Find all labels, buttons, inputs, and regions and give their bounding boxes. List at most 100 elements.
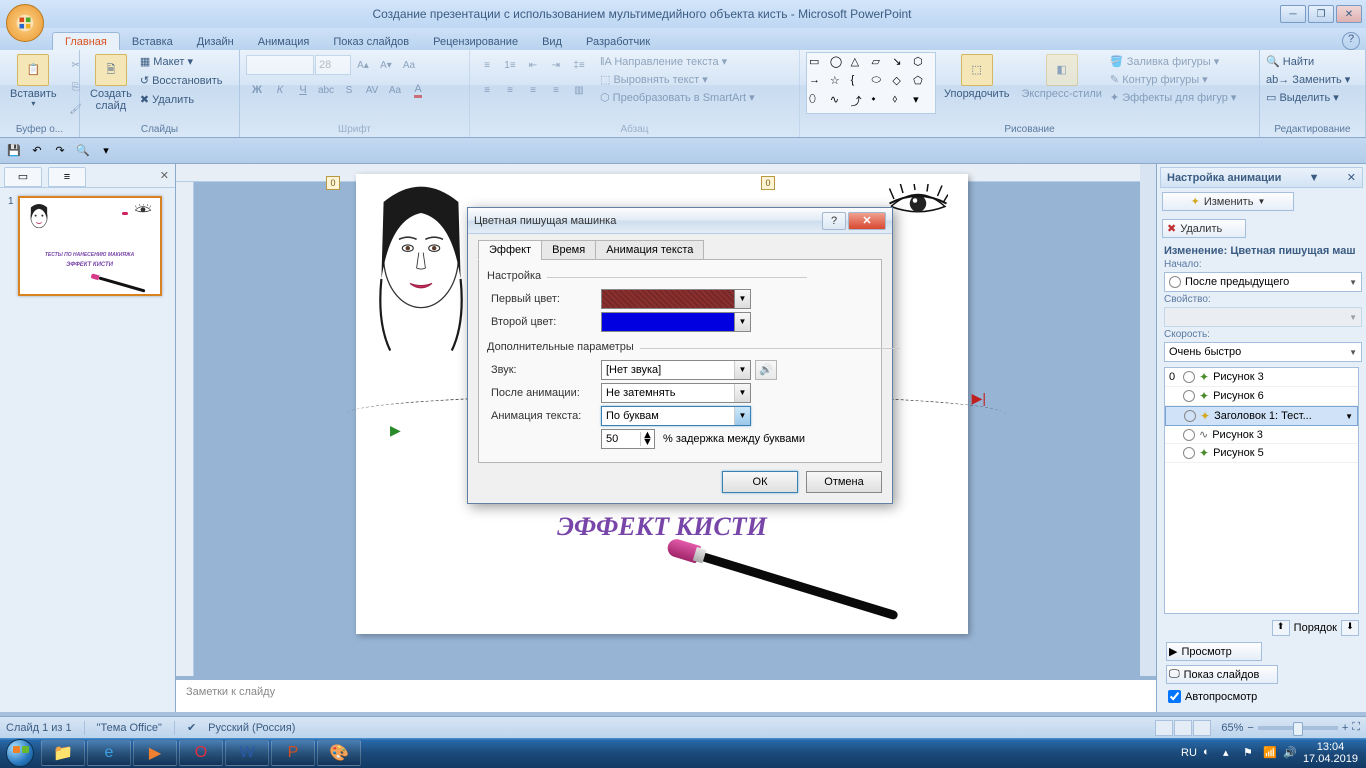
align-right-button[interactable]: ≡ [522, 79, 544, 101]
strike-button[interactable]: abc [315, 79, 337, 101]
scrollbar-vertical[interactable] [1140, 164, 1156, 712]
tray-network-icon[interactable]: 📶 [1263, 746, 1277, 760]
help-button[interactable]: ? [1342, 32, 1360, 50]
tray-lang[interactable]: RU [1181, 747, 1197, 759]
reorder-up[interactable]: ⬆ [1272, 620, 1290, 636]
justify-button[interactable]: ≡ [545, 79, 567, 101]
slide-thumbnail[interactable]: ТЕСТЫ ПО НАНЕСЕНИЮ МАКИЯЖА ЭФФЕКТ КИСТИ [18, 196, 162, 296]
numbering-button[interactable]: 1≡ [499, 54, 521, 76]
indent-inc-button[interactable]: ⇥ [545, 54, 567, 76]
notes-pane[interactable]: Заметки к слайду [176, 676, 1156, 712]
shape-fill-button[interactable]: 🪣 Заливка фигуры ▾ [1110, 54, 1236, 69]
paste-button[interactable]: 📋Вставить▾ [6, 52, 61, 111]
tray-clock[interactable]: 13:0417.04.2019 [1303, 741, 1358, 765]
zoom-out-button[interactable]: − [1247, 722, 1253, 734]
spacing-button[interactable]: AV [361, 79, 383, 101]
line-spacing-button[interactable]: ‡≡ [568, 54, 590, 76]
taskbar-explorer[interactable]: 📁 [41, 740, 85, 766]
sorter-view-button[interactable] [1174, 720, 1192, 736]
status-lang[interactable]: Русский (Россия) [208, 722, 295, 734]
slides-tab[interactable]: ▭ [4, 167, 42, 187]
delete-slide-button[interactable]: ✖ Удалить [140, 92, 223, 107]
minimize-button[interactable]: ─ [1280, 5, 1306, 23]
tray-volume-icon[interactable]: 🔊 [1283, 746, 1297, 760]
case-button[interactable]: Aa [384, 79, 406, 101]
taskbar-opera[interactable]: O [179, 740, 223, 766]
second-color-picker[interactable]: ▼ [601, 312, 751, 332]
select-button[interactable]: ▭ Выделить ▾ [1266, 90, 1339, 105]
find-button[interactable]: 🔍 Найти [1266, 54, 1314, 69]
taskbar-word[interactable]: W [225, 740, 269, 766]
clear-format-button[interactable]: Aa [398, 54, 420, 76]
dialog-tab-textanim[interactable]: Анимация текста [595, 240, 704, 260]
align-left-button[interactable]: ≡ [476, 79, 498, 101]
office-button[interactable] [6, 4, 44, 42]
zoom-slider[interactable] [1258, 726, 1338, 730]
effect-item[interactable]: ∿Рисунок 3 [1165, 426, 1358, 444]
dialog-titlebar[interactable]: Цветная пишущая машинка ? ✕ [468, 208, 892, 234]
start-select[interactable]: После предыдущего▼ [1164, 272, 1362, 292]
normal-view-button[interactable] [1155, 720, 1173, 736]
cancel-button[interactable]: Отмена [806, 471, 882, 493]
dialog-tab-timing[interactable]: Время [541, 240, 596, 260]
outline-tab[interactable]: ≡ [48, 167, 86, 187]
zoom-in-button[interactable]: + [1342, 722, 1348, 734]
slideshow-button[interactable]: 🖵 Показ слайдов [1166, 665, 1278, 684]
spellcheck-icon[interactable]: ✔ [187, 721, 196, 734]
taskbar-mediaplayer[interactable]: ▶ [133, 740, 177, 766]
remove-effect-button[interactable]: ✖Удалить [1162, 219, 1246, 238]
font-family-combo[interactable] [246, 55, 314, 75]
italic-button[interactable]: К [269, 79, 291, 101]
shadow-button[interactable]: S [338, 79, 360, 101]
reorder-down[interactable]: ⬇ [1341, 620, 1359, 636]
tab-home[interactable]: Главная [52, 32, 120, 50]
anim-pane-close[interactable]: ✕ [1347, 171, 1356, 184]
save-button[interactable]: 💾 [4, 141, 24, 161]
align-center-button[interactable]: ≡ [499, 79, 521, 101]
after-anim-combo[interactable]: Не затемнять▼ [601, 383, 751, 403]
zoom-percent[interactable]: 65% [1221, 722, 1243, 734]
bullets-button[interactable]: ≡ [476, 54, 498, 76]
columns-button[interactable]: ▥ [568, 79, 590, 101]
tray-icon[interactable]: ◐ [1203, 746, 1217, 760]
qat-ext1[interactable]: 🔍 [73, 141, 93, 161]
font-size-combo[interactable]: 28 [315, 55, 351, 75]
taskbar-powerpoint[interactable]: P [271, 740, 315, 766]
autopreview-checkbox[interactable] [1168, 690, 1181, 703]
sound-preview-button[interactable]: 🔊 [755, 360, 777, 380]
taskbar-paint[interactable]: 🎨 [317, 740, 361, 766]
sound-combo[interactable]: [Нет звука]▼ [601, 360, 751, 380]
tab-view[interactable]: Вид [530, 33, 574, 50]
start-button[interactable] [0, 738, 40, 768]
tab-design[interactable]: Дизайн [185, 33, 246, 50]
effect-item[interactable]: ✦Рисунок 6 [1165, 387, 1358, 406]
tab-review[interactable]: Рецензирование [421, 33, 530, 50]
change-effect-button[interactable]: ✦Изменить ▼ [1162, 192, 1294, 211]
indent-dec-button[interactable]: ⇤ [522, 54, 544, 76]
ok-button[interactable]: ОК [722, 471, 798, 493]
arrange-button[interactable]: ⬚Упорядочить [940, 52, 1013, 102]
bold-button[interactable]: Ж [246, 79, 268, 101]
panel-close[interactable]: ✕ [160, 169, 169, 182]
layout-button[interactable]: ▦ Макет ▾ [140, 54, 223, 69]
shape-effects-button[interactable]: ✦ Эффекты для фигур ▾ [1110, 90, 1236, 105]
tab-developer[interactable]: Разработчик [574, 33, 662, 50]
close-button[interactable]: ✕ [1336, 5, 1362, 23]
quick-styles-button[interactable]: ◧Экспресс-стили [1017, 52, 1105, 102]
fit-button[interactable]: ⛶ [1352, 721, 1360, 734]
replace-button[interactable]: ab→ Заменить ▾ [1266, 72, 1350, 87]
undo-button[interactable]: ↶ [27, 141, 47, 161]
effect-item[interactable]: ✦Рисунок 5 [1165, 444, 1358, 463]
align-text-button[interactable]: ⬚ Выровнять текст ▾ [600, 72, 755, 87]
grow-font-button[interactable]: A▴ [352, 54, 374, 76]
qat-more[interactable]: ▾ [96, 141, 116, 161]
effect-item-selected[interactable]: ✦Заголовок 1: Тест...▼ [1165, 406, 1358, 426]
font-color-button[interactable]: A [407, 79, 429, 101]
tab-animation[interactable]: Анимация [246, 33, 322, 50]
redo-button[interactable]: ↷ [50, 141, 70, 161]
tab-insert[interactable]: Вставка [120, 33, 185, 50]
preview-button[interactable]: ▶ Просмотр [1166, 642, 1262, 661]
dialog-help-button[interactable]: ? [822, 212, 846, 230]
speed-select[interactable]: Очень быстро▼ [1164, 342, 1362, 362]
tray-show-hidden[interactable]: ▴ [1223, 746, 1237, 760]
